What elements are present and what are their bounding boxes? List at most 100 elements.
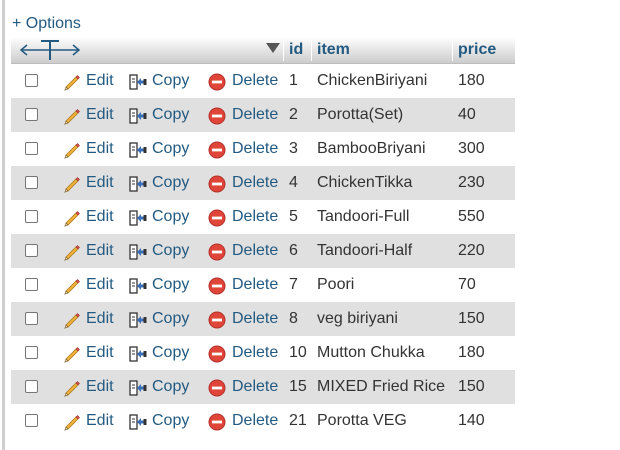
- delete-label: Delete: [232, 106, 279, 123]
- options-toggle[interactable]: + Options: [12, 14, 81, 34]
- delete-link[interactable]: Delete: [207, 166, 281, 200]
- delete-link[interactable]: Delete: [207, 200, 281, 234]
- copy-link[interactable]: Copy: [128, 302, 194, 336]
- row-checkbox[interactable]: [25, 380, 38, 393]
- delete-link[interactable]: Delete: [207, 268, 281, 302]
- pencil-icon: [64, 279, 80, 295]
- edit-link[interactable]: Edit: [62, 200, 118, 234]
- delete-icon: [208, 413, 226, 431]
- cell-id: 6: [289, 242, 298, 259]
- delete-label: Delete: [232, 242, 279, 259]
- copy-link[interactable]: Copy: [128, 404, 194, 438]
- copy-link[interactable]: Copy: [128, 268, 194, 302]
- column-header-id[interactable]: id: [289, 37, 303, 63]
- delete-link[interactable]: Delete: [207, 132, 281, 166]
- copy-icon: [129, 210, 147, 226]
- delete-link[interactable]: Delete: [207, 234, 281, 268]
- edit-link[interactable]: Edit: [62, 336, 118, 370]
- edit-link[interactable]: Edit: [62, 166, 118, 200]
- edit-label: Edit: [86, 276, 114, 293]
- cell-price: 150: [458, 310, 485, 327]
- edit-link[interactable]: Edit: [62, 64, 118, 98]
- sort-caret-icon[interactable]: [266, 43, 280, 53]
- delete-label: Delete: [232, 276, 279, 293]
- cell-id: 1: [289, 72, 298, 89]
- delete-link[interactable]: Delete: [207, 336, 281, 370]
- copy-label: Copy: [152, 276, 190, 293]
- copy-label: Copy: [152, 106, 190, 123]
- delete-link[interactable]: Delete: [207, 404, 281, 438]
- copy-link[interactable]: Copy: [128, 200, 194, 234]
- pencil-icon: [64, 245, 80, 261]
- copy-link[interactable]: Copy: [128, 166, 194, 200]
- copy-link[interactable]: Copy: [128, 132, 194, 166]
- row-checkbox[interactable]: [25, 414, 38, 427]
- delete-label: Delete: [232, 378, 279, 395]
- cell-price: 230: [458, 174, 485, 191]
- row-checkbox[interactable]: [25, 74, 38, 87]
- pencil-icon: [64, 177, 80, 193]
- column-header-item[interactable]: item: [317, 37, 350, 63]
- cell-id: 3: [289, 140, 298, 157]
- edit-label: Edit: [86, 106, 114, 123]
- table-header: id item price: [11, 37, 515, 64]
- column-header-price[interactable]: price: [458, 37, 496, 63]
- cell-id: 5: [289, 208, 298, 225]
- delete-link[interactable]: Delete: [207, 302, 281, 336]
- delete-link[interactable]: Delete: [207, 98, 281, 132]
- row-checkbox[interactable]: [25, 108, 38, 121]
- cell-id: 2: [289, 106, 298, 123]
- row-checkbox[interactable]: [25, 142, 38, 155]
- cell-price: 300: [458, 140, 485, 157]
- delete-link[interactable]: Delete: [207, 370, 281, 404]
- table-row: Edit Copy Delete 15 MIXED Fried Rice 150: [11, 370, 515, 404]
- edit-label: Edit: [86, 378, 114, 395]
- cell-item: ChickenBiriyani: [317, 72, 428, 89]
- delete-icon: [208, 379, 226, 397]
- delete-label: Delete: [232, 310, 279, 327]
- copy-icon: [129, 108, 147, 124]
- edit-link[interactable]: Edit: [62, 370, 118, 404]
- delete-label: Delete: [232, 140, 279, 157]
- copy-link[interactable]: Copy: [128, 370, 194, 404]
- copy-label: Copy: [152, 412, 190, 429]
- copy-label: Copy: [152, 174, 190, 191]
- results-table: id item price Edit Copy Delete 1 Chicken…: [11, 37, 515, 438]
- table-row: Edit Copy Delete 21 Porotta VEG 140: [11, 404, 515, 438]
- delete-icon: [208, 345, 226, 363]
- cell-price: 70: [458, 276, 476, 293]
- edit-label: Edit: [86, 72, 114, 89]
- copy-icon: [129, 312, 147, 328]
- copy-link[interactable]: Copy: [128, 234, 194, 268]
- pencil-icon: [64, 109, 80, 125]
- edit-label: Edit: [86, 208, 114, 225]
- copy-label: Copy: [152, 72, 190, 89]
- pencil-icon: [64, 211, 80, 227]
- edit-link[interactable]: Edit: [62, 132, 118, 166]
- copy-link[interactable]: Copy: [128, 336, 194, 370]
- pencil-icon: [64, 143, 80, 159]
- edit-label: Edit: [86, 344, 114, 361]
- table-row: Edit Copy Delete 2 Porotta(Set) 40: [11, 98, 515, 132]
- column-separator: [283, 39, 284, 61]
- row-checkbox[interactable]: [25, 278, 38, 291]
- row-checkbox[interactable]: [25, 346, 38, 359]
- copy-link[interactable]: Copy: [128, 98, 194, 132]
- column-resize-icon[interactable]: [19, 38, 81, 62]
- row-checkbox[interactable]: [25, 176, 38, 189]
- pencil-icon: [64, 381, 80, 397]
- row-checkbox[interactable]: [25, 312, 38, 325]
- copy-label: Copy: [152, 310, 190, 327]
- copy-link[interactable]: Copy: [128, 64, 194, 98]
- edit-link[interactable]: Edit: [62, 302, 118, 336]
- edit-link[interactable]: Edit: [62, 98, 118, 132]
- row-checkbox[interactable]: [25, 244, 38, 257]
- row-checkbox[interactable]: [25, 210, 38, 223]
- edit-label: Edit: [86, 242, 114, 259]
- edit-link[interactable]: Edit: [62, 234, 118, 268]
- delete-link[interactable]: Delete: [207, 64, 281, 98]
- edit-link[interactable]: Edit: [62, 404, 118, 438]
- delete-label: Delete: [232, 208, 279, 225]
- cell-item: BambooBriyani: [317, 140, 426, 157]
- edit-link[interactable]: Edit: [62, 268, 118, 302]
